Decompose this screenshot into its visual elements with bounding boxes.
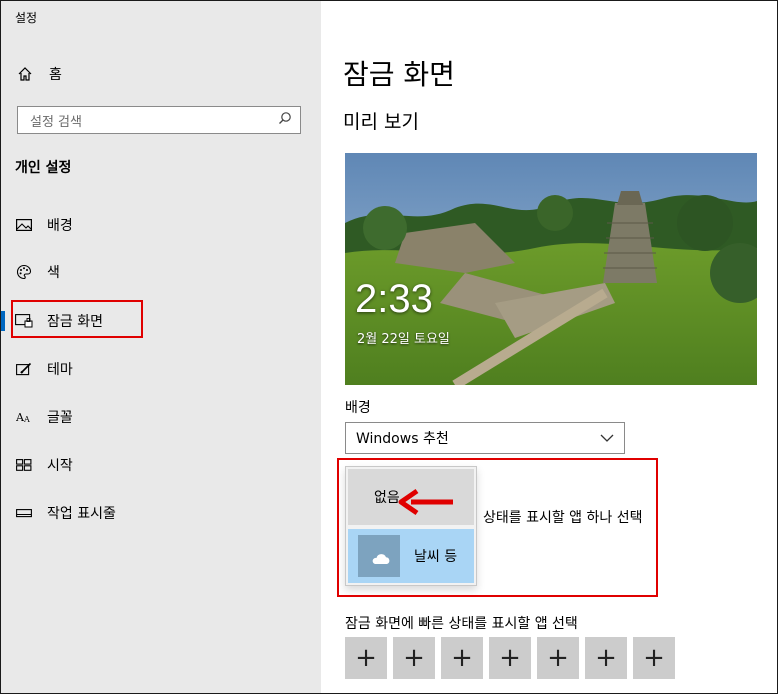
home-label: 홈	[49, 67, 62, 83]
plus-icon: +	[403, 643, 425, 673]
plus-icon: +	[643, 643, 665, 673]
settings-window: 설정 홈 설정 검색 개인 설정 배경 색 잠금 화면 테마 A A 글꼴 시작…	[0, 0, 778, 694]
background-label: 배경	[345, 400, 371, 416]
add-app-button[interactable]: +	[345, 637, 387, 679]
plus-icon: +	[355, 643, 377, 673]
add-app-button[interactable]: +	[585, 637, 627, 679]
add-app-button[interactable]: +	[441, 637, 483, 679]
chevron-down-icon	[600, 430, 614, 446]
background-dropdown-value: Windows 추천	[356, 431, 449, 447]
palette-icon	[15, 263, 33, 281]
section-title: 개인 설정	[15, 160, 72, 176]
sidebar-item-label: 색	[47, 265, 60, 281]
sidebar-item-label: 배경	[47, 218, 73, 234]
add-app-button[interactable]: +	[489, 637, 531, 679]
lock-screen-preview: 2:33 2월 22일 토요일	[345, 153, 757, 385]
plus-icon: +	[451, 643, 473, 673]
start-icon	[15, 456, 33, 474]
page-title: 잠금 화면	[343, 58, 455, 91]
plus-icon: +	[499, 643, 521, 673]
home-icon	[17, 66, 35, 82]
theme-icon	[15, 360, 33, 378]
add-app-button[interactable]: +	[393, 637, 435, 679]
font-icon: AA	[15, 408, 33, 426]
sidebar-item-label: 테마	[47, 362, 73, 378]
taskbar-icon	[15, 504, 33, 522]
sidebar-item-label: 글꼴	[47, 410, 73, 426]
preview-image	[345, 153, 757, 385]
plus-icon: +	[547, 643, 569, 673]
picture-icon	[15, 216, 33, 234]
main-content: 잠금 화면 미리 보기 2:33 2월 22일 토요일 배경 Windows 추…	[321, 1, 777, 693]
svg-text:A: A	[23, 415, 30, 424]
sidebar: 설정 홈 설정 검색 개인 설정 배경 색 잠금 화면 테마 A A 글꼴 시작…	[1, 1, 321, 693]
sidebar-item-fonts[interactable]: AA 글꼴	[15, 403, 73, 431]
sidebar-item-label: 시작	[47, 458, 73, 474]
search-input[interactable]: 설정 검색	[17, 106, 301, 134]
home-nav[interactable]: 홈	[17, 61, 62, 87]
add-app-button[interactable]: +	[633, 637, 675, 679]
app-title: 설정	[15, 11, 38, 25]
sidebar-item-taskbar[interactable]: 작업 표시줄	[15, 499, 116, 527]
background-dropdown[interactable]: Windows 추천	[345, 422, 625, 454]
quick-status-slots: + + + + + + +	[345, 637, 681, 679]
sidebar-item-color[interactable]: 색	[15, 258, 60, 286]
highlight-box-lock-screen	[11, 300, 143, 338]
preview-heading: 미리 보기	[343, 111, 419, 133]
search-icon[interactable]	[278, 111, 292, 129]
plus-icon: +	[595, 643, 617, 673]
search-placeholder: 설정 검색	[30, 114, 82, 130]
sidebar-item-label: 작업 표시줄	[47, 506, 116, 522]
sidebar-item-background[interactable]: 배경	[15, 211, 73, 239]
quick-status-label: 잠금 화면에 빠른 상태를 표시할 앱 선택	[345, 616, 578, 632]
add-app-button[interactable]: +	[537, 637, 579, 679]
preview-date: 2월 22일 토요일	[357, 332, 450, 347]
sidebar-item-start[interactable]: 시작	[15, 451, 73, 479]
sidebar-item-theme[interactable]: 테마	[15, 355, 73, 383]
preview-clock: 2:33	[355, 277, 433, 321]
highlight-box-popup	[337, 458, 658, 597]
